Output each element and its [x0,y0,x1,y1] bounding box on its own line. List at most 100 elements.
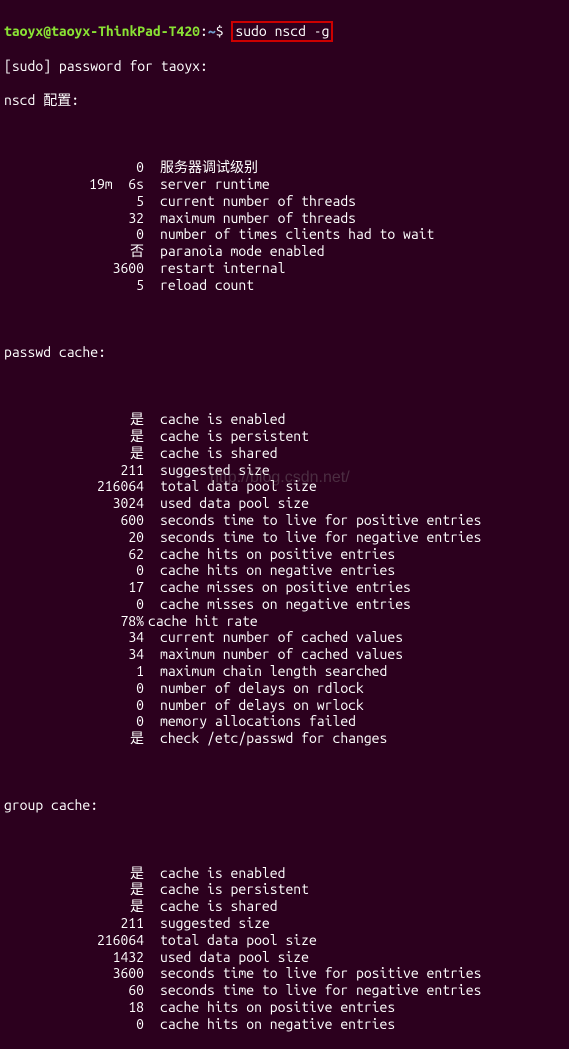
output-row: 5current number of threads [4,193,565,210]
config-section: 0服务器调试级别19m 6sserver runtime5current num… [4,159,565,293]
row-label: cache is shared [144,445,278,462]
prompt-line[interactable]: taoyx@taoyx-ThinkPad-T420:~$ sudo nscd -… [4,21,565,42]
row-label: total data pool size [144,478,317,495]
output-row: 否paranoia mode enabled [4,243,565,260]
output-row: 20seconds time to live for negative entr… [4,529,565,546]
row-label: check /etc/passwd for changes [144,730,387,747]
row-label: paranoia mode enabled [144,243,325,260]
row-value: 3024 [4,495,144,512]
row-value: 3600 [4,260,144,277]
output-row: 211suggested size [4,915,565,932]
output-row: 60seconds time to live for negative entr… [4,982,565,999]
output-row: 是cache is enabled [4,865,565,882]
row-value: 34 [4,646,144,663]
row-value: 60 [4,982,144,999]
row-label: server runtime [144,176,270,193]
output-row: 是cache is enabled [4,411,565,428]
command-text: sudo nscd -g [231,21,333,42]
row-value: 是 [4,411,144,428]
row-label: cache hit rate [144,613,258,630]
row-value: 0 [4,713,144,730]
row-label: 服务器调试级别 [144,159,258,176]
row-label: cache misses on positive entries [144,579,411,596]
row-label: cache is shared [144,898,278,915]
output-row: 是cache is persistent [4,881,565,898]
output-row: 3024used data pool size [4,495,565,512]
output-row: 0cache misses on negative entries [4,596,565,613]
row-label: current number of threads [144,193,356,210]
row-label: maximum chain length searched [144,663,387,680]
row-label: cache hits on positive entries [144,546,395,563]
row-label: suggested size [144,915,270,932]
group-header: group cache: [4,797,565,814]
output-row: 32maximum number of threads [4,210,565,227]
row-label: cache hits on negative entries [144,562,395,579]
row-value: 是 [4,865,144,882]
prompt-path: ~ [208,23,216,39]
row-label: seconds time to live for positive entrie… [144,965,481,982]
group-section: 是cache is enabled是cache is persistent是ca… [4,865,565,1033]
output-row: 0memory allocations failed [4,713,565,730]
output-row: 0number of delays on wrlock [4,697,565,714]
output-row: 0cache hits on negative entries [4,562,565,579]
row-value: 是 [4,898,144,915]
output-row: 600seconds time to live for positive ent… [4,512,565,529]
row-label: cache is persistent [144,428,309,445]
output-row: 0cache hits on negative entries [4,1016,565,1033]
output-row: 是cache is shared [4,898,565,915]
row-label: cache is enabled [144,411,285,428]
row-label: current number of cached values [144,629,403,646]
row-value: 5 [4,277,144,294]
output-row: 是cache is persistent [4,428,565,445]
row-label: used data pool size [144,495,309,512]
row-value: 78% [4,613,144,630]
output-row: 34current number of cached values [4,629,565,646]
output-row: 211suggested size [4,462,565,479]
row-value: 32 [4,210,144,227]
row-value: 0 [4,596,144,613]
output-row: 62cache hits on positive entries [4,546,565,563]
row-label: total data pool size [144,932,317,949]
row-label: memory allocations failed [144,713,356,730]
row-value: 0 [4,1016,144,1033]
output-row: 0服务器调试级别 [4,159,565,176]
output-row: 3600restart internal [4,260,565,277]
terminal-output: taoyx@taoyx-ThinkPad-T420:~$ sudo nscd -… [4,4,565,1049]
row-label: number of delays on rdlock [144,680,364,697]
row-value: 34 [4,629,144,646]
row-value: 是 [4,445,144,462]
config-header: nscd 配置: [4,92,565,109]
row-value: 62 [4,546,144,563]
row-value: 20 [4,529,144,546]
output-row: 0number of delays on rdlock [4,680,565,697]
output-row: 1maximum chain length searched [4,663,565,680]
row-label: maximum number of threads [144,210,356,227]
prompt-user-host: taoyx@taoyx-ThinkPad-T420 [4,23,200,39]
output-row: 3600seconds time to live for positive en… [4,965,565,982]
output-row: 19m 6sserver runtime [4,176,565,193]
row-value: 是 [4,428,144,445]
row-value: 是 [4,730,144,747]
row-label: suggested size [144,462,270,479]
row-label: restart internal [144,260,285,277]
row-label: seconds time to live for negative entrie… [144,982,481,999]
row-label: maximum number of cached values [144,646,403,663]
output-row: 34maximum number of cached values [4,646,565,663]
output-row: 216064total data pool size [4,478,565,495]
row-value: 0 [4,226,144,243]
output-row: 18cache hits on positive entries [4,999,565,1016]
row-value: 216064 [4,478,144,495]
row-label: cache is persistent [144,881,309,898]
row-value: 600 [4,512,144,529]
row-label: cache is enabled [144,865,285,882]
row-label: seconds time to live for positive entrie… [144,512,481,529]
row-value: 211 [4,915,144,932]
row-label: used data pool size [144,949,309,966]
output-row: 是cache is shared [4,445,565,462]
prompt-symbol: $ [216,23,224,39]
row-value: 5 [4,193,144,210]
passwd-section: 是cache is enabled是cache is persistent是ca… [4,411,565,747]
row-value: 是 [4,881,144,898]
row-value: 0 [4,562,144,579]
output-row: 216064total data pool size [4,932,565,949]
